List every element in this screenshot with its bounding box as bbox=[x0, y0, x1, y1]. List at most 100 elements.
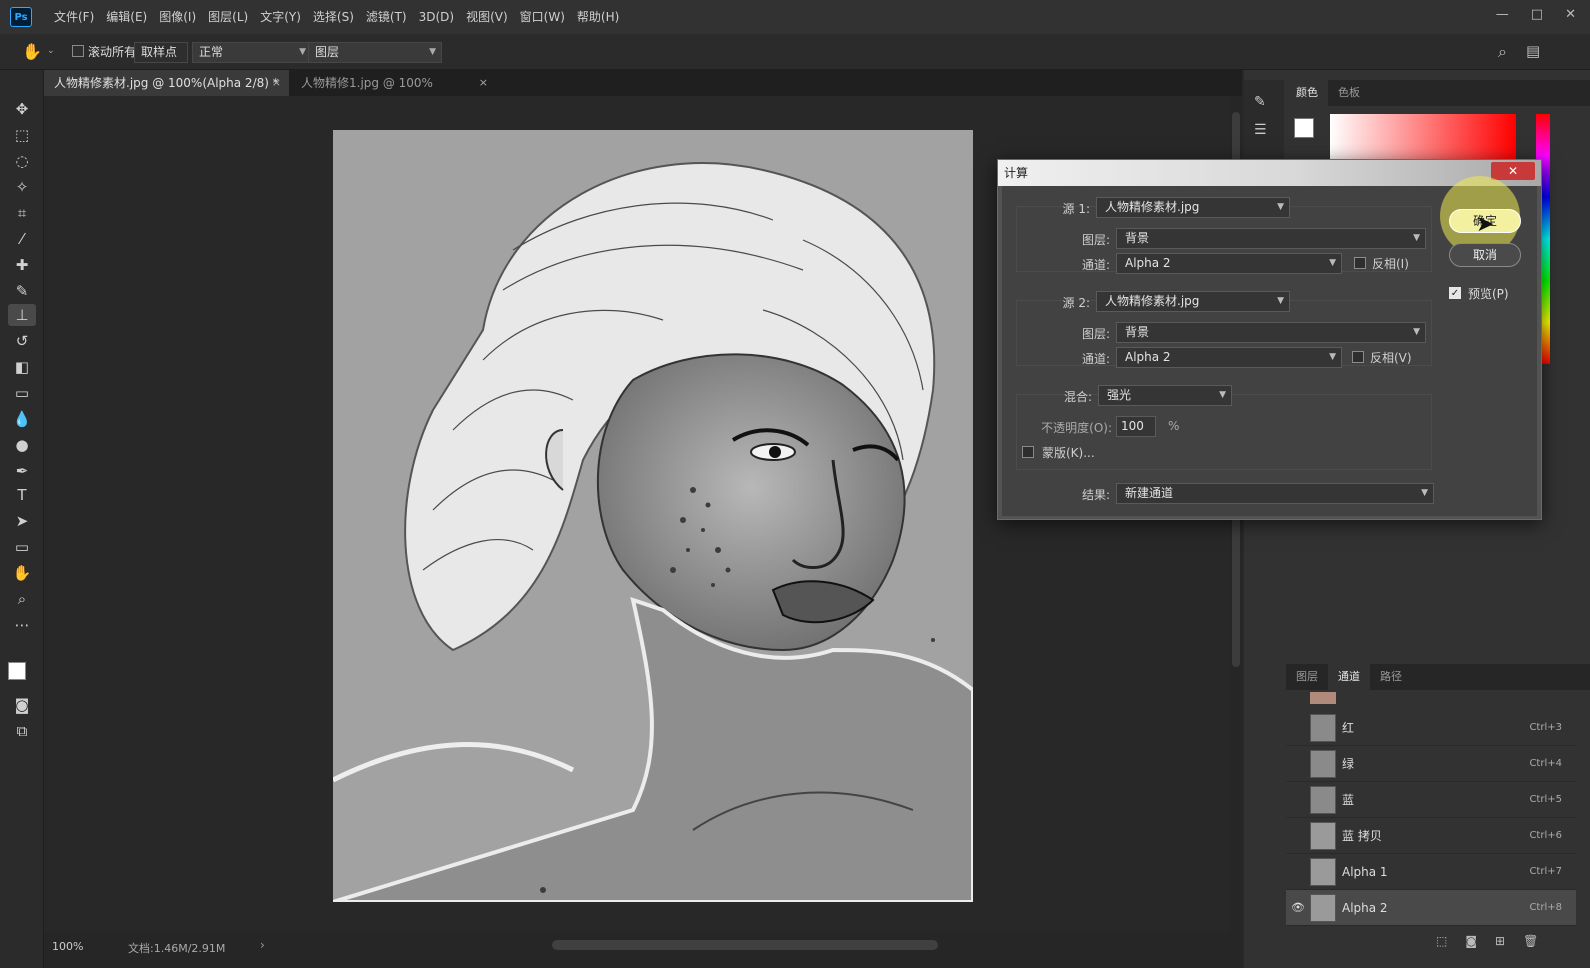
canvas-image[interactable] bbox=[333, 130, 973, 902]
menu-edit[interactable]: 编辑(E) bbox=[100, 0, 153, 34]
dodge-tool-icon[interactable]: ● bbox=[8, 434, 36, 456]
type-tool-icon[interactable]: T bbox=[8, 484, 36, 506]
mask-checkbox[interactable] bbox=[1022, 446, 1034, 458]
color-spectrum-field[interactable] bbox=[1330, 114, 1516, 160]
channel-shortcut: Ctrl+7 bbox=[1529, 866, 1562, 877]
zoom-level[interactable]: 100% bbox=[52, 940, 83, 953]
path-select-tool-icon[interactable]: ➤ bbox=[8, 510, 36, 532]
eyedropper-tool-icon[interactable]: ⁄ bbox=[8, 228, 36, 250]
tab-swatches[interactable]: 色板 bbox=[1328, 80, 1370, 106]
close-icon[interactable]: × bbox=[272, 70, 281, 96]
source1-channel-select[interactable]: Alpha 2 ▼ bbox=[1116, 253, 1342, 274]
brush-settings-icon[interactable]: ✎ bbox=[1254, 94, 1266, 110]
source2-invert-checkbox[interactable] bbox=[1352, 351, 1364, 363]
pen-tool-icon[interactable]: ✒ bbox=[8, 460, 36, 482]
source2-channel-value: Alpha 2 bbox=[1125, 350, 1171, 364]
quick-mask-icon[interactable]: ◙ bbox=[8, 694, 36, 716]
tab-color[interactable]: 颜色 bbox=[1286, 80, 1328, 106]
magic-wand-tool-icon[interactable]: ✧ bbox=[8, 176, 36, 198]
lasso-tool-icon[interactable]: ◌ bbox=[8, 150, 36, 172]
maximize-button[interactable]: □ bbox=[1531, 7, 1543, 22]
menu-file[interactable]: 文件(F) bbox=[48, 0, 100, 34]
horizontal-scroll-thumb[interactable] bbox=[552, 940, 938, 950]
close-window-button[interactable]: ✕ bbox=[1565, 7, 1576, 22]
channel-row-alpha-2[interactable]: 👁 Alpha 2 Ctrl+8 bbox=[1286, 890, 1576, 926]
minimize-button[interactable]: — bbox=[1496, 7, 1509, 22]
rectangle-tool-icon[interactable]: ▭ bbox=[8, 536, 36, 558]
source1-invert-checkbox[interactable] bbox=[1354, 257, 1366, 269]
healing-brush-tool-icon[interactable]: ✚ bbox=[8, 254, 36, 276]
channel-row-green[interactable]: 绿 Ctrl+4 bbox=[1286, 746, 1576, 782]
sample-point-button[interactable]: 取样点 bbox=[134, 42, 188, 63]
gradient-tool-icon[interactable]: ▭ bbox=[8, 382, 36, 404]
source1-layer-select[interactable]: 背景 ▼ bbox=[1116, 228, 1426, 249]
history-brush-tool-icon[interactable]: ↺ bbox=[8, 330, 36, 352]
menu-type[interactable]: 文字(Y) bbox=[254, 0, 307, 34]
menu-filter[interactable]: 滤镜(T) bbox=[360, 0, 413, 34]
tab-paths[interactable]: 路径 bbox=[1370, 664, 1412, 690]
opacity-input[interactable]: 100 bbox=[1116, 416, 1156, 437]
channel-name: 绿 bbox=[1342, 757, 1355, 771]
chevron-down-icon: ▼ bbox=[1277, 202, 1284, 212]
zoom-tool-icon[interactable]: ⌕ bbox=[8, 588, 36, 610]
hand-tool-icon[interactable]: ✋ bbox=[22, 42, 42, 61]
document-size: 文档:1.46M/2.91M bbox=[128, 942, 226, 955]
eye-icon[interactable]: 👁 bbox=[1290, 890, 1306, 926]
layer-select[interactable]: 图层 ▼ bbox=[308, 42, 442, 63]
menu-help[interactable]: 帮助(H) bbox=[571, 0, 625, 34]
load-selection-icon[interactable]: ⬚ bbox=[1436, 934, 1447, 948]
screen-mode-icon[interactable]: ⧉ bbox=[8, 720, 36, 742]
blur-tool-icon[interactable]: 💧 bbox=[8, 408, 36, 430]
source1-invert-label: 反相(I) bbox=[1372, 257, 1409, 271]
preview-checkbox[interactable]: ✓ bbox=[1449, 287, 1461, 299]
crop-tool-icon[interactable]: ⌗ bbox=[8, 202, 36, 224]
brush-tool-icon[interactable]: ✎ bbox=[8, 280, 36, 302]
blend-mode-select[interactable]: 强光 ▼ bbox=[1098, 385, 1232, 406]
tab-document-1[interactable]: 人物精修素材.jpg @ 100%(Alpha 2/8) * × bbox=[44, 70, 289, 96]
cancel-button[interactable]: 取消 bbox=[1449, 243, 1521, 267]
chevron-down-icon: ▼ bbox=[1277, 296, 1284, 306]
menu-3d[interactable]: 3D(D) bbox=[413, 0, 460, 34]
marquee-tool-icon[interactable]: ⬚ bbox=[8, 124, 36, 146]
channel-row-red[interactable]: 红 Ctrl+3 bbox=[1286, 710, 1576, 746]
eraser-tool-icon[interactable]: ◧ bbox=[8, 356, 36, 378]
fg-color-chip[interactable] bbox=[1294, 118, 1314, 138]
close-icon[interactable]: × bbox=[479, 70, 488, 96]
menu-image[interactable]: 图像(I) bbox=[153, 0, 202, 34]
mask-label[interactable]: 蒙版(K)... bbox=[1042, 444, 1095, 461]
more-tools-icon[interactable]: ⋯ bbox=[8, 614, 36, 636]
source1-file-select[interactable]: 人物精修素材.jpg ▼ bbox=[1096, 197, 1290, 218]
hand-tool-icon[interactable]: ✋ bbox=[8, 562, 36, 584]
source2-channel-select[interactable]: Alpha 2 ▼ bbox=[1116, 347, 1342, 368]
save-selection-icon[interactable]: ◙ bbox=[1465, 934, 1477, 948]
stamp-tool-icon[interactable]: ⊥ bbox=[8, 304, 36, 326]
channel-row-blue-copy[interactable]: 蓝 拷贝 Ctrl+6 bbox=[1286, 818, 1576, 854]
workspace-icon[interactable]: ▤ bbox=[1526, 42, 1540, 60]
delete-channel-icon[interactable]: 🗑 bbox=[1523, 934, 1538, 948]
tab-channels[interactable]: 通道 bbox=[1328, 664, 1370, 690]
new-channel-icon[interactable]: ⊞ bbox=[1495, 934, 1505, 948]
tab-layers[interactable]: 图层 bbox=[1286, 664, 1328, 690]
source1-layer-value: 背景 bbox=[1125, 231, 1150, 245]
move-tool-icon[interactable]: ✥ bbox=[8, 98, 36, 120]
status-menu-arrow-icon[interactable]: › bbox=[260, 938, 265, 952]
search-icon[interactable]: ⌕ bbox=[1498, 42, 1507, 62]
result-select[interactable]: 新建通道 ▼ bbox=[1116, 483, 1434, 504]
channel-row-blue[interactable]: 蓝 Ctrl+5 bbox=[1286, 782, 1576, 818]
adjustments-icon[interactable]: ☰ bbox=[1254, 122, 1267, 138]
channel-row-alpha-1[interactable]: Alpha 1 Ctrl+7 bbox=[1286, 854, 1576, 890]
menu-select[interactable]: 选择(S) bbox=[307, 0, 360, 34]
menu-view[interactable]: 视图(V) bbox=[460, 0, 514, 34]
scroll-all-checkbox[interactable] bbox=[72, 45, 84, 57]
composite-channel-thumb[interactable] bbox=[1310, 692, 1336, 704]
tool-preset-chevron-icon[interactable]: ⌄ bbox=[47, 46, 55, 56]
dialog-close-button[interactable]: ✕ bbox=[1491, 162, 1535, 180]
source2-layer-select[interactable]: 背景 ▼ bbox=[1116, 322, 1426, 343]
mode-select[interactable]: 正常 ▼ bbox=[192, 42, 312, 63]
menu-layer[interactable]: 图层(L) bbox=[202, 0, 254, 34]
source2-file-select[interactable]: 人物精修素材.jpg ▼ bbox=[1096, 291, 1290, 312]
source1-channel-label: 通道: bbox=[1081, 258, 1110, 272]
menu-window[interactable]: 窗口(W) bbox=[514, 0, 571, 34]
tab-document-2[interactable]: 人物精修1.jpg @ 100%(RGB/8#) × bbox=[291, 70, 496, 116]
foreground-color-swatch[interactable] bbox=[8, 662, 26, 680]
